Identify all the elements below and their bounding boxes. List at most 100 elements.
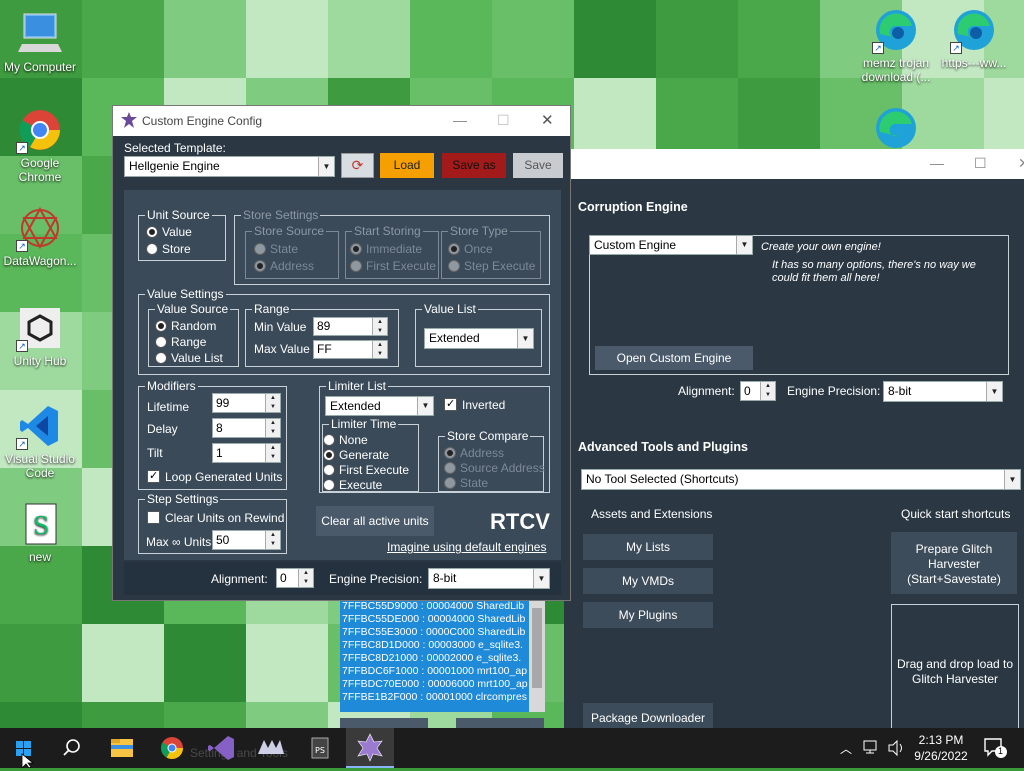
value-source-list-radio[interactable]: Value List xyxy=(155,351,223,365)
footer-alignment-spinner[interactable]: 0 ▲ ▼ xyxy=(276,568,314,588)
drag-drop-zone[interactable]: Drag and drop load to Glitch Harvester xyxy=(891,604,1019,729)
my-lists-button[interactable]: My Lists xyxy=(583,534,713,560)
chrome-icon: ↗ xyxy=(16,108,62,154)
save-button[interactable]: Save xyxy=(513,153,563,178)
maximize-icon[interactable]: ☐ xyxy=(974,155,987,172)
minimize-icon[interactable]: — xyxy=(453,112,467,128)
max-value-spinner[interactable]: FF ▲ ▼ xyxy=(313,340,388,359)
desktop-icon-unity-hub[interactable]: ↗ Unity Hub xyxy=(0,306,80,368)
engine-select[interactable]: Custom Engine ▼ xyxy=(589,235,753,255)
prepare-glitch-harvester-button[interactable]: Prepare Glitch Harvester (Start+Savestat… xyxy=(891,532,1017,594)
value-source-range-radio[interactable]: Range xyxy=(155,335,206,349)
loop-generated-checkbox[interactable]: Loop Generated Units xyxy=(147,469,282,484)
chrome-icon[interactable] xyxy=(148,728,196,768)
store-source-state-radio[interactable]: State xyxy=(254,242,298,256)
desktop-icon-my-computer[interactable]: My Computer xyxy=(0,12,80,74)
store-compare-address-radio[interactable]: Address xyxy=(444,446,504,460)
start-storing-immediate-radio[interactable]: Immediate xyxy=(350,242,422,256)
rtcv-launcher-icon[interactable] xyxy=(246,728,294,768)
list-scrollbar[interactable] xyxy=(529,600,545,712)
list-item[interactable]: 7FFBC8D1D000 : 00003000 e_sqlite3. xyxy=(340,639,545,652)
tool-select[interactable]: No Tool Selected (Shortcuts) ▼ xyxy=(581,469,1021,490)
list-item[interactable]: 7FFBC55E3000 : 0000C000 SharedLib xyxy=(340,626,545,639)
unit-source-store-radio[interactable]: Store xyxy=(146,242,191,256)
alignment-spinner[interactable]: 0 ▲ ▼ xyxy=(740,381,776,401)
save-as-button[interactable]: Save as xyxy=(442,153,506,178)
store-compare-source-address-radio[interactable]: Source Address xyxy=(444,461,545,475)
file-explorer-icon[interactable] xyxy=(98,728,146,768)
desktop-icon-google-chrome[interactable]: ↗ Google Chrome xyxy=(0,108,80,184)
value-list-select[interactable]: Extended ▼ xyxy=(424,328,534,349)
refresh-icon[interactable]: ⟳ xyxy=(341,153,374,178)
precision-select[interactable]: 8-bit ▼ xyxy=(883,381,1003,402)
list-button-left[interactable] xyxy=(340,718,428,728)
value-source-random-radio[interactable]: Random xyxy=(155,319,216,333)
min-value-spinner[interactable]: 89 ▲ ▼ xyxy=(313,317,388,336)
store-type-once-radio[interactable]: Once xyxy=(448,242,493,256)
chevron-up-icon[interactable]: ︿ xyxy=(840,740,852,757)
max-units-spinner[interactable]: 50 ▲ ▼ xyxy=(212,530,281,550)
memory-domain-list[interactable]: 7FFBC55D9000 : 00004000 SharedLib 7FFBC55… xyxy=(340,600,545,712)
desktop-icon-new[interactable]: S new xyxy=(0,502,80,564)
list-button-right[interactable] xyxy=(456,718,544,728)
my-vmds-button[interactable]: My VMDs xyxy=(583,568,713,594)
limiter-time-generate-radio[interactable]: Generate xyxy=(323,448,389,462)
desktop-icon-https[interactable]: ↗ https---ww... xyxy=(934,8,1014,70)
lifetime-spinner[interactable]: 99 ▲ ▼ xyxy=(212,393,281,413)
rtcv-titlebar[interactable]: — ☐ ✕ xyxy=(564,149,1024,179)
clear-all-units-button[interactable]: Clear all active units xyxy=(316,506,434,536)
chevron-down-icon: ▼ xyxy=(736,236,752,254)
custom-engine-config-window: Custom Engine Config — ☐ ✕ Selected Temp… xyxy=(112,105,571,601)
corruption-engine-header: Corruption Engine xyxy=(578,200,688,214)
shortcut-arrow-icon: ↗ xyxy=(16,340,28,352)
inverted-checkbox[interactable]: Inverted xyxy=(444,397,505,412)
edge-icon[interactable] xyxy=(868,104,924,151)
network-icon[interactable] xyxy=(862,738,882,759)
close-icon[interactable]: ✕ xyxy=(541,111,554,129)
list-item[interactable]: 7FFBDC70E000 : 00006000 mrt100_ap xyxy=(340,678,545,691)
minimize-icon[interactable]: — xyxy=(930,155,944,171)
limiter-time-first-execute-radio[interactable]: First Execute xyxy=(323,463,409,477)
template-select[interactable]: Hellgenie Engine ▼ xyxy=(124,156,335,177)
shortcut-arrow-icon: ↗ xyxy=(16,240,28,252)
clear-on-rewind-checkbox[interactable]: Clear Units on Rewind xyxy=(147,511,284,525)
desktop-icon-datawagon[interactable]: ↗ DataWagon... xyxy=(0,206,80,268)
list-item[interactable]: 7FFBC8D21000 : 00002000 e_sqlite3. xyxy=(340,652,545,665)
powershell-icon[interactable]: PS xyxy=(296,728,344,768)
desktop-icon-memz[interactable]: ↗ memz trojan download (... xyxy=(856,8,936,84)
clock[interactable]: 2:13 PM 9/26/2022 xyxy=(910,732,972,764)
imagine-default-engines-link[interactable]: Imagine using default engines xyxy=(387,540,546,554)
maximize-icon[interactable]: ☐ xyxy=(497,112,510,129)
delay-spinner[interactable]: 8 ▲ ▼ xyxy=(212,418,281,438)
load-button[interactable]: Load xyxy=(380,153,434,178)
unit-source-value-radio[interactable]: Value xyxy=(146,225,192,239)
search-icon[interactable] xyxy=(48,728,96,768)
store-compare-state-radio[interactable]: State xyxy=(444,476,488,490)
close-icon[interactable]: ✕ xyxy=(1018,155,1024,172)
package-downloader-button[interactable]: Package Downloader xyxy=(583,703,713,729)
max-units-label: Max ∞ Units xyxy=(146,535,212,549)
start-storing-first-execute-radio[interactable]: First Execute xyxy=(350,259,436,273)
limiter-select[interactable]: Extended ▼ xyxy=(325,396,434,416)
svg-text:PS: PS xyxy=(315,746,325,755)
footer-precision-select[interactable]: 8-bit ▼ xyxy=(428,568,550,589)
list-item[interactable]: 7FFBE1B2F000 : 00001000 clrcompres xyxy=(340,691,545,704)
store-source-address-radio[interactable]: Address xyxy=(254,259,314,273)
tilt-spinner[interactable]: 1 ▲ ▼ xyxy=(212,443,281,463)
desktop-icon-visual-studio-code[interactable]: ↗ Visual Studio Code xyxy=(0,404,80,480)
config-titlebar[interactable]: Custom Engine Config — ☐ ✕ xyxy=(113,106,570,136)
list-item[interactable]: 7FFBDC6F1000 : 00001000 mrt100_ap xyxy=(340,665,545,678)
open-custom-engine-button[interactable]: Open Custom Engine xyxy=(595,346,753,370)
list-item[interactable]: 7FFBC55DE000 : 00004000 SharedLib xyxy=(340,613,545,626)
start-button[interactable] xyxy=(0,728,48,769)
limiter-time-execute-radio[interactable]: Execute xyxy=(323,478,382,492)
notification-icon[interactable]: 1 xyxy=(982,736,1010,765)
limiter-time-none-radio[interactable]: None xyxy=(323,433,368,447)
store-type-step-radio[interactable]: Step Execute xyxy=(448,259,535,273)
chevron-down-icon: ▼ xyxy=(986,382,1002,401)
volume-icon[interactable] xyxy=(887,739,907,760)
visual-studio-icon[interactable] xyxy=(198,728,246,768)
list-item[interactable]: 7FFBC55D9000 : 00004000 SharedLib xyxy=(340,600,545,613)
my-plugins-button[interactable]: My Plugins xyxy=(583,602,713,628)
rtcv-active-icon[interactable] xyxy=(346,728,394,768)
